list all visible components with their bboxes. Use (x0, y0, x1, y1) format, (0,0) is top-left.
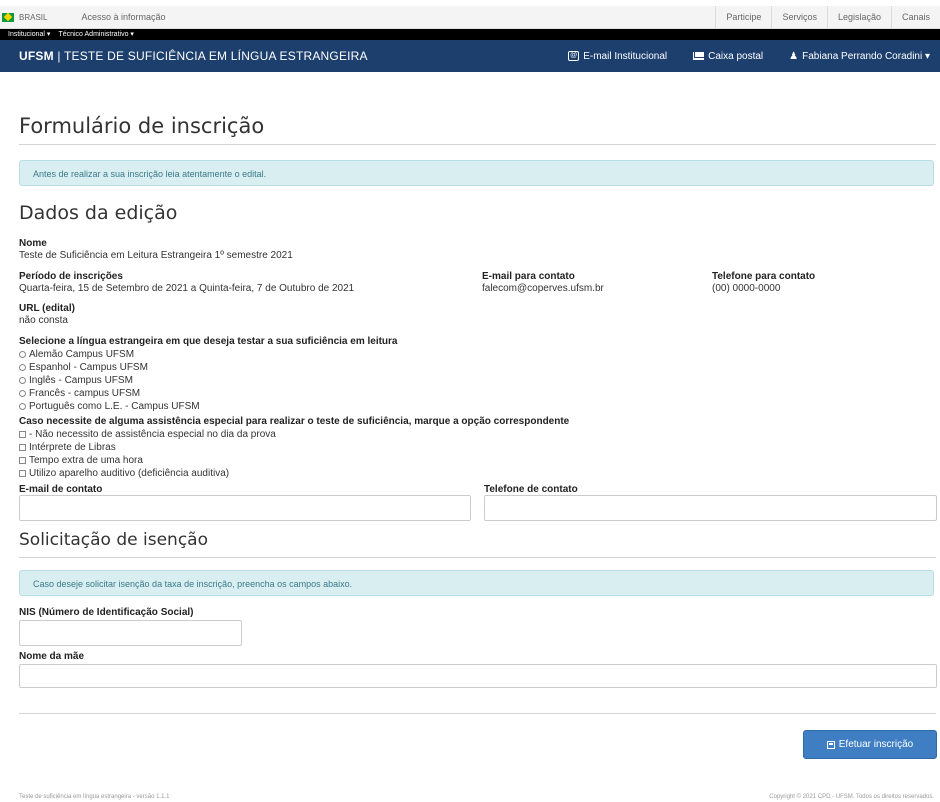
option-label: Português como L.E. - Campus UFSM (29, 401, 200, 412)
acesso-informacao-link[interactable]: Acesso à informação (81, 12, 165, 22)
radio-button[interactable] (19, 351, 26, 358)
navbar-links: @ E-mail Institucional Caixa postal ♟ Fa… (568, 40, 940, 72)
brasil-label: BRASIL (19, 12, 48, 22)
efetuar-inscricao-button[interactable]: Efetuar inscrição (803, 730, 937, 759)
isencao-alert: Caso deseje solicitar isenção da taxa de… (19, 570, 934, 596)
envelope-icon (693, 52, 705, 60)
assistencia-option-tempo-extra[interactable]: Tempo extra de uma hora (19, 455, 143, 466)
radio-button[interactable] (19, 364, 26, 371)
sub-bar: Institucional ▾ Técnico Administrativo ▾ (0, 29, 940, 40)
periodo-label: Período de inscrições (19, 271, 123, 282)
email-contato-value[interactable]: falecom@coperves.ufsm.br (482, 283, 604, 294)
nome-label: Nome (19, 238, 47, 249)
option-label: Intérprete de Libras (29, 442, 116, 453)
gov-bar: BRASIL Acesso à informação Participe Ser… (0, 6, 940, 29)
menu-institucional[interactable]: Institucional ▾ (8, 29, 50, 40)
isencao-divider (19, 557, 936, 558)
page-title: Formulário de inscrição (19, 114, 265, 138)
lingua-option-frances[interactable]: Francês - campus UFSM (19, 388, 140, 399)
email-institucional-link[interactable]: @ E-mail Institucional (568, 51, 667, 62)
footer-version: Teste de suficiência em língua estrangei… (19, 794, 170, 800)
checkbox[interactable] (19, 444, 26, 451)
telefone-contato-value: (00) 0000-0000 (712, 283, 781, 294)
telefone-de-contato-label: Telefone de contato (484, 484, 578, 495)
efetuar-inscricao-label: Efetuar inscrição (838, 739, 914, 750)
email-de-contato-input[interactable] (19, 495, 471, 521)
option-label: Utilizo aparelho auditivo (deficiência a… (29, 468, 230, 479)
assistencia-option-nenhuma[interactable]: - Não necessito de assistência especial … (19, 429, 276, 440)
url-edital-value: não consta (19, 315, 68, 326)
radio-button[interactable] (19, 390, 26, 397)
url-edital-label: URL (edital) (19, 303, 75, 314)
nis-label: NIS (Número de Identificação Social) (19, 607, 194, 618)
assistencia-label: Caso necessite de alguma assistência esp… (19, 416, 570, 427)
telefone-contato-label: Telefone para contato (712, 271, 816, 282)
gov-link-legislacao[interactable]: Legislação (826, 6, 891, 28)
assistencia-option-aparelho-auditivo[interactable]: Utilizo aparelho auditivo (deficiência a… (19, 468, 229, 479)
email-contato-label: E-mail para contato (482, 271, 575, 282)
menu-tecnico-administrativo[interactable]: Técnico Administrativo ▾ (58, 29, 134, 40)
option-label: Inglês - Campus UFSM (29, 375, 133, 386)
radio-button[interactable] (19, 403, 26, 410)
checkbox[interactable] (19, 431, 26, 438)
edital-alert: Antes de realizar a sua inscrição leia a… (19, 160, 934, 186)
email-institucional-icon: @ (568, 51, 580, 61)
isencao-section-title: Solicitação de isenção (19, 530, 208, 550)
gov-links: Participe Serviços Legislação Canais (715, 6, 940, 28)
nome-value: Teste de Suficiência em Leitura Estrange… (19, 250, 293, 261)
caixa-postal-link[interactable]: Caixa postal (693, 51, 763, 62)
user-icon: ♟ (789, 50, 799, 62)
option-label: - Não necessito de assistência especial … (29, 429, 276, 440)
radio-button[interactable] (19, 377, 26, 384)
telefone-de-contato-input[interactable] (484, 495, 937, 521)
gov-link-canais[interactable]: Canais (890, 6, 940, 28)
email-institucional-label: E-mail Institucional (583, 50, 668, 62)
nis-input[interactable] (19, 620, 242, 646)
option-label: Alemão Campus UFSM (29, 349, 135, 360)
option-label: Tempo extra de uma hora (29, 455, 143, 466)
lingua-option-portugues[interactable]: Português como L.E. - Campus UFSM (19, 401, 200, 412)
brazil-flag-icon (2, 12, 14, 22)
main-navbar: UFSM | TESTE DE SUFICIÊNCIA EM LÍNGUA ES… (0, 40, 940, 72)
nome-mae-input[interactable] (19, 664, 937, 688)
save-icon (826, 740, 835, 749)
checkbox[interactable] (19, 457, 26, 464)
brand[interactable]: UFSM | TESTE DE SUFICIÊNCIA EM LÍNGUA ES… (19, 49, 368, 63)
gov-link-servicos[interactable]: Serviços (771, 6, 827, 28)
nome-mae-label: Nome da mãe (19, 651, 85, 662)
footer: Teste de suficiência em língua estrangei… (0, 792, 940, 802)
lingua-option-alemao[interactable]: Alemão Campus UFSM (19, 349, 134, 360)
user-name: Fabiana Perrando Coradini ▾ (802, 50, 930, 62)
footer-copyright: Copyright © 2021 CPD - UFSM. Todos os di… (769, 794, 934, 800)
brand-ufsm: UFSM (19, 49, 54, 63)
option-label: Francês - campus UFSM (29, 388, 141, 399)
dados-section-title: Dados da edição (19, 202, 178, 224)
email-de-contato-label: E-mail de contato (19, 484, 103, 495)
checkbox[interactable] (19, 470, 26, 477)
title-divider (19, 144, 936, 145)
lingua-label: Selecione a língua estrangeira em que de… (19, 336, 398, 347)
form-bottom-divider (19, 713, 936, 714)
brasil-link[interactable]: BRASIL (2, 12, 48, 22)
user-menu[interactable]: ♟ Fabiana Perrando Coradini ▾ (789, 51, 930, 62)
gov-link-participe[interactable]: Participe (715, 6, 771, 28)
caixa-postal-label: Caixa postal (708, 50, 764, 62)
lingua-option-espanhol[interactable]: Espanhol - Campus UFSM (19, 362, 148, 373)
assistencia-option-libras[interactable]: Intérprete de Libras (19, 442, 116, 453)
lingua-option-ingles[interactable]: Inglês - Campus UFSM (19, 375, 133, 386)
periodo-value: Quarta-feira, 15 de Setembro de 2021 a Q… (19, 283, 355, 294)
option-label: Espanhol - Campus UFSM (29, 362, 148, 373)
brand-title: | TESTE DE SUFICIÊNCIA EM LÍNGUA ESTRANG… (53, 49, 368, 63)
